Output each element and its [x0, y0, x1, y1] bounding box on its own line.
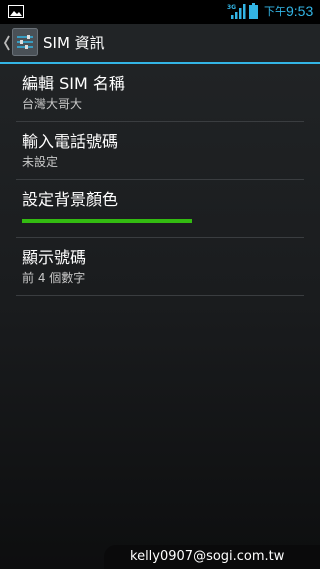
pref-display-number[interactable]: 顯示號碼 前 4 個數字	[16, 238, 304, 296]
status-ampm: 下午	[264, 5, 286, 18]
page-title: SIM 資訊	[43, 34, 105, 52]
battery-icon	[249, 3, 258, 19]
sim-settings-app-icon[interactable]	[12, 28, 38, 56]
pref-title: 輸入電話號碼	[22, 132, 119, 151]
pref-background-color[interactable]: 設定背景顏色	[16, 180, 304, 238]
screenshot-notification-icon	[8, 5, 24, 18]
pref-summary: 台灣大哥大	[22, 97, 83, 111]
back-chevron-icon[interactable]	[3, 34, 11, 52]
action-bar: SIM 資訊	[0, 24, 320, 64]
pref-title: 編輯 SIM 名稱	[22, 74, 125, 93]
pref-title: 顯示號碼	[22, 248, 87, 267]
sim-color-swatch	[22, 219, 192, 223]
status-clock: 9:53	[286, 3, 314, 19]
pref-summary: 前 4 個數字	[22, 271, 86, 285]
signal-3g-icon: 3G	[227, 4, 246, 19]
pref-title: 設定背景顏色	[22, 190, 119, 209]
watermark-text: kelly0907@sogi.com.tw	[130, 549, 285, 564]
watermark: kelly0907@sogi.com.tw	[104, 545, 320, 569]
pref-edit-sim-name[interactable]: 編輯 SIM 名稱 台灣大哥大	[16, 64, 304, 122]
preference-list: 編輯 SIM 名稱 台灣大哥大 輸入電話號碼 未設定 設定背景顏色 顯示號碼 前…	[0, 64, 320, 296]
pref-summary: 未設定	[22, 155, 59, 169]
svg-text:3G: 3G	[227, 4, 236, 11]
pref-phone-number[interactable]: 輸入電話號碼 未設定	[16, 122, 304, 180]
status-bar: 3G 下午 9:53	[0, 0, 320, 24]
